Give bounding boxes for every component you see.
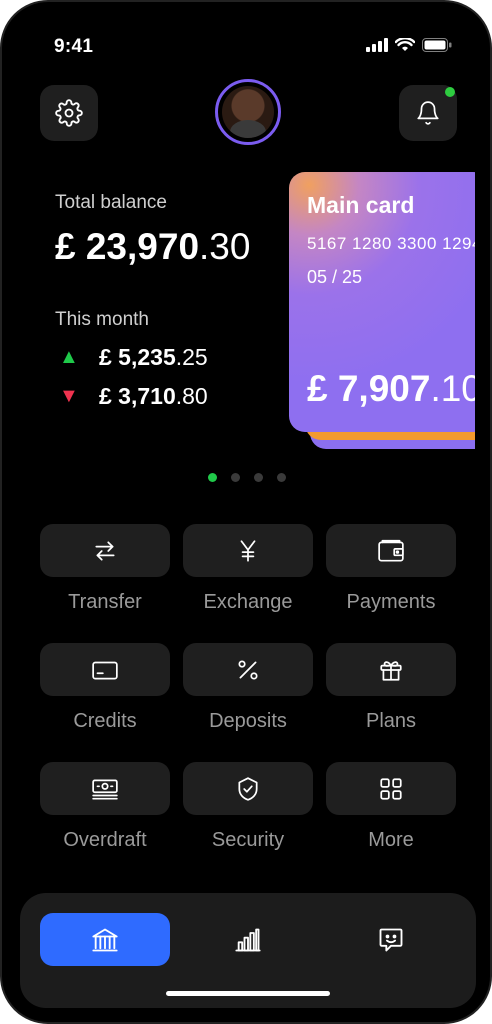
- nav-support-tab[interactable]: [326, 913, 456, 966]
- exchange-label: Exchange: [203, 591, 293, 613]
- transfer-icon: [95, 540, 115, 561]
- phone-screen: 9:41 Total balance £ 23,970.30 This mont…: [0, 0, 492, 1024]
- card-balance-decimals: .10: [430, 368, 475, 409]
- this-month-label: This month: [55, 309, 149, 330]
- pager-dot[interactable]: [277, 473, 286, 482]
- transfer-button[interactable]: [40, 524, 170, 577]
- status-icons: [366, 38, 452, 52]
- percent-icon: [238, 659, 258, 680]
- wallet-icon: [378, 539, 404, 562]
- bell-icon: [417, 101, 439, 125]
- bank-icon: [92, 928, 118, 951]
- credit-card-icon: [92, 661, 118, 679]
- cash-icon: [92, 779, 118, 800]
- credits-button[interactable]: [40, 643, 170, 696]
- total-balance-label: Total balance: [55, 192, 167, 213]
- card-title: Main card: [307, 192, 415, 218]
- notifications-button[interactable]: [399, 85, 457, 141]
- expense-row: ▼ £ 3,710.80: [59, 383, 208, 410]
- exchange-button[interactable]: [183, 524, 313, 577]
- card-number: 5167 1280 3300 1294: [307, 234, 475, 253]
- deposits-label: Deposits: [209, 710, 287, 732]
- settings-button[interactable]: [40, 85, 98, 141]
- card-expiry: 05 / 25: [307, 267, 363, 287]
- gear-icon: [55, 99, 83, 127]
- avatar: [222, 86, 274, 138]
- pager-dot[interactable]: [231, 473, 240, 482]
- card-balance: £ 7,907.10: [307, 368, 475, 410]
- pager-dot[interactable]: [254, 473, 263, 482]
- overdraft-label: Overdraft: [63, 829, 147, 851]
- more-label: More: [368, 829, 414, 851]
- security-button[interactable]: [183, 762, 313, 815]
- wifi-icon: [395, 38, 415, 51]
- pager-dot-active[interactable]: [208, 473, 217, 482]
- grid-icon: [380, 777, 402, 800]
- expense-decimals: .80: [175, 383, 208, 409]
- gift-icon: [380, 660, 402, 681]
- transfer-label: Transfer: [68, 591, 142, 613]
- nav-home-tab[interactable]: [40, 913, 170, 966]
- arrow-down-icon: ▼: [59, 385, 79, 407]
- battery-icon: [422, 38, 452, 52]
- payments-label: Payments: [346, 591, 436, 613]
- status-time: 9:41: [54, 36, 94, 57]
- credits-label: Credits: [73, 710, 137, 732]
- cellular-signal-icon: [366, 38, 388, 52]
- total-balance-decimals: .30: [199, 226, 251, 267]
- payments-button[interactable]: [326, 524, 456, 577]
- home-indicator[interactable]: [166, 991, 330, 996]
- card-carousel[interactable]: Main card 5167 1280 3300 1294 05 / 25 £ …: [289, 162, 475, 462]
- expense-whole: £ 3,710: [99, 383, 176, 409]
- more-button[interactable]: [326, 762, 456, 815]
- main-card[interactable]: Main card 5167 1280 3300 1294 05 / 25 £ …: [289, 172, 475, 432]
- income-whole: £ 5,235: [99, 344, 176, 370]
- security-label: Security: [211, 829, 285, 851]
- shield-check-icon: [238, 776, 258, 801]
- bar-chart-icon: [235, 928, 261, 951]
- deposits-button[interactable]: [183, 643, 313, 696]
- overdraft-button[interactable]: [40, 762, 170, 815]
- arrow-up-icon: ▲: [59, 346, 79, 368]
- plans-button[interactable]: [326, 643, 456, 696]
- plans-label: Plans: [365, 710, 417, 732]
- total-balance-whole: £ 23,970: [55, 226, 200, 267]
- nav-analytics-tab[interactable]: [183, 913, 313, 966]
- profile-avatar-button[interactable]: [215, 79, 281, 145]
- notification-badge: [445, 87, 455, 97]
- card-pager: [208, 473, 286, 482]
- chat-icon: [379, 928, 403, 951]
- total-balance-value: £ 23,970.30: [55, 226, 250, 268]
- card-balance-whole: £ 7,907: [307, 368, 431, 409]
- income-row: ▲ £ 5,235.25: [59, 344, 208, 371]
- yen-icon: [240, 539, 256, 562]
- income-decimals: .25: [175, 344, 208, 370]
